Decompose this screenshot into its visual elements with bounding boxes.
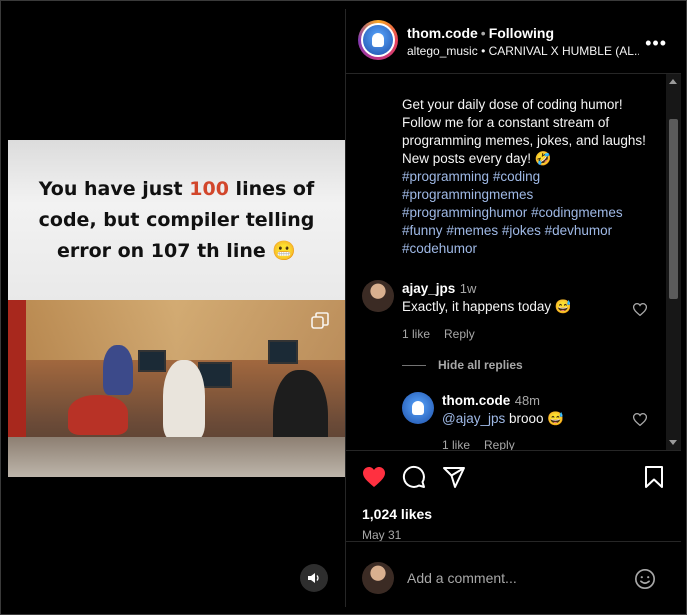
- current-user-avatar: [362, 562, 394, 594]
- reply-likes-count[interactable]: 1 like: [442, 438, 470, 450]
- reply-mention-link[interactable]: @ajay_jps: [442, 411, 505, 426]
- media-pane[interactable]: You have just 100 lines of code, but com…: [8, 9, 345, 607]
- share-send-icon[interactable]: [442, 465, 466, 489]
- reply-text-line: @ajay_jps brooo 😅: [442, 411, 564, 427]
- scrollbar-thumb[interactable]: [669, 119, 678, 299]
- scene-person: [163, 360, 205, 440]
- post-actions-bar: 1,024 likes May 31: [346, 450, 681, 542]
- reply-reply-button[interactable]: Reply: [484, 438, 515, 450]
- meme-text: You have just 100 lines of code, but com…: [18, 174, 335, 267]
- volume-button[interactable]: [300, 564, 328, 592]
- scroll-up-arrow[interactable]: [669, 79, 677, 84]
- post-dialog: You have just 100 lines of code, but com…: [0, 0, 687, 615]
- avatar-image: [363, 25, 393, 55]
- scroll-down-arrow[interactable]: [669, 440, 677, 445]
- meme-caption-area: You have just 100 lines of code, but com…: [8, 140, 345, 300]
- reply-username[interactable]: thom.code: [442, 393, 510, 408]
- hashtag-link[interactable]: #programminghumor: [402, 205, 527, 220]
- hashtag-link[interactable]: #memes: [446, 223, 498, 238]
- reply-text: brooo 😅: [505, 411, 565, 426]
- meme-line3: error on 107 th line 😬: [56, 240, 297, 262]
- comments-scrollbar[interactable]: [666, 74, 681, 450]
- replies-divider: [402, 365, 426, 366]
- comment-composer: Add a comment...: [346, 541, 681, 608]
- add-comment-input[interactable]: Add a comment...: [407, 570, 517, 586]
- emoji-picker-icon[interactable]: [634, 568, 656, 590]
- meme-line1-number: 100: [189, 178, 229, 200]
- likes-count[interactable]: 1,024 likes: [362, 506, 432, 522]
- header-user-line: thom.code • Following: [407, 25, 554, 41]
- comment-text: Exactly, it happens today 😅: [402, 299, 572, 314]
- scene-monitor: [268, 340, 298, 364]
- hashtag-link[interactable]: #jokes: [502, 223, 541, 238]
- hide-replies-button[interactable]: Hide all replies: [438, 358, 523, 372]
- avatar-inner: [361, 23, 395, 57]
- comment-username[interactable]: ajay_jps: [402, 281, 455, 296]
- audio-line: altego_music • CARNIVAL X HUMBLE (AL...: [407, 44, 639, 58]
- comment-time: 1w: [459, 281, 477, 296]
- comment-actions: 1 like Reply: [402, 327, 489, 341]
- hashtag-link[interactable]: #codingmemes: [531, 205, 623, 220]
- reel-video[interactable]: You have just 100 lines of code, but com…: [8, 140, 345, 477]
- following-button[interactable]: Following: [489, 25, 554, 41]
- scene-person: [68, 395, 128, 435]
- comment-header: ajay_jps 1w: [402, 280, 476, 298]
- header-separator: •: [480, 25, 486, 41]
- comment-likes-count[interactable]: 1 like: [402, 327, 430, 341]
- reply-avatar[interactable]: [402, 392, 434, 424]
- copy-icon: [311, 312, 329, 329]
- hashtag-link[interactable]: #funny: [402, 223, 443, 238]
- reply-time: 48m: [514, 393, 541, 408]
- reply-like-heart-icon[interactable]: [633, 413, 647, 426]
- volume-icon: [308, 573, 319, 583]
- author-username-link[interactable]: thom.code: [407, 25, 478, 41]
- hashtag-link[interactable]: #programmingmemes: [402, 187, 533, 202]
- comment-reply-button[interactable]: Reply: [444, 327, 475, 341]
- hashtag-link[interactable]: #devhumor: [545, 223, 613, 238]
- scene-floor: [8, 437, 345, 477]
- meme-line1-post: lines of: [228, 178, 315, 200]
- scene-monitor: [138, 350, 166, 372]
- hashtag-link[interactable]: #codehumor: [402, 241, 477, 256]
- post-details-panel: thom.code • Following altego_music • CARNI…: [345, 9, 681, 607]
- reply-avatar-mascot: [412, 401, 424, 415]
- scene-person: [103, 345, 133, 395]
- hashtag-link[interactable]: #coding: [493, 169, 540, 184]
- post-header: thom.code • Following altego_music • CARNI…: [346, 9, 681, 74]
- comment-bubble-icon[interactable]: [402, 465, 426, 489]
- post-caption: Get your daily dose of coding humor! Fol…: [402, 96, 660, 258]
- meme-line2: code, but compiler telling: [38, 209, 315, 231]
- more-options-button[interactable]: •••: [645, 33, 667, 54]
- post-date[interactable]: May 31: [362, 528, 401, 542]
- like-heart-icon[interactable]: [362, 465, 386, 489]
- bookmark-save-icon[interactable]: [642, 465, 666, 489]
- caption-text: Get your daily dose of coding humor! Fol…: [402, 97, 646, 166]
- audio-user-link[interactable]: altego_music: [407, 44, 478, 58]
- reply-actions: 1 like Reply: [442, 438, 529, 450]
- classroom-scene-image: [8, 300, 345, 477]
- audio-track-link[interactable]: • CARNIVAL X HUMBLE (AL...: [481, 44, 639, 58]
- comments-scroll-area[interactable]: Get your daily dose of coding humor! Fol…: [346, 74, 681, 450]
- hashtag-link[interactable]: #programming: [402, 169, 489, 184]
- meme-line1-pre: You have just: [38, 178, 190, 200]
- commenter-avatar[interactable]: [362, 280, 394, 312]
- caption-hashtags: #programming #coding #programmingmemes #…: [402, 168, 660, 258]
- reply-header: thom.code 48m: [442, 392, 540, 410]
- author-avatar[interactable]: [358, 20, 398, 60]
- comment-like-heart-icon[interactable]: [633, 303, 647, 316]
